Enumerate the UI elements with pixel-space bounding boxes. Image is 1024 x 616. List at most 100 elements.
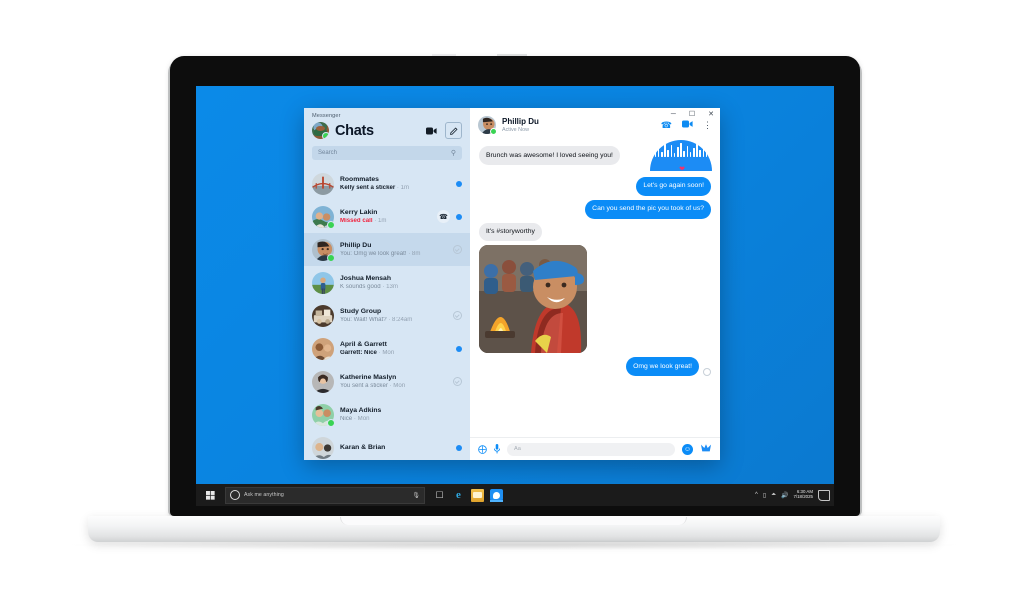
close-button[interactable]: ✕ — [708, 111, 714, 118]
message-composer: ⨁ Aa ☺ — [470, 437, 720, 460]
add-attachment-button[interactable]: ⨁ — [478, 444, 487, 455]
unread-dot-badge — [456, 213, 462, 220]
message-bubble[interactable]: Omg we look great! — [626, 357, 699, 377]
message-photo[interactable] — [479, 245, 587, 354]
online-dot-icon — [327, 418, 335, 427]
start-button[interactable] — [196, 484, 224, 506]
waveform-bar — [657, 146, 660, 157]
chat-list[interactable]: Roommates Kelly sent a sticker · 1m Kerry … — [304, 167, 470, 460]
chat-list-item[interactable]: Joshua Mensah K sounds good · 13m — [304, 266, 470, 299]
chat-avatar-image — [312, 304, 334, 327]
minimize-button[interactable]: ─ — [671, 111, 676, 118]
message-input[interactable]: Aa — [507, 442, 675, 456]
cortana-search-box[interactable]: Ask me anything 🎙 — [225, 486, 425, 504]
message-bubble[interactable]: Brunch was awesome! I loved seeing you! — [479, 146, 620, 165]
microphone-icon — [494, 444, 500, 454]
chat-timestamp: · Mon — [378, 349, 395, 356]
waveform-bar — [689, 152, 692, 157]
waveform-bar — [664, 144, 666, 157]
chat-list-item[interactable]: Maya Adkins Nice · Mon — [304, 398, 470, 431]
volume-icon[interactable]: 🔊 — [781, 492, 788, 499]
message-bubble[interactable]: Let's go again soon! — [636, 176, 711, 196]
wifi-icon[interactable]: ⏶ — [771, 492, 776, 499]
chat-avatar-image — [312, 172, 334, 195]
tray-chevron-icon[interactable]: ^ — [755, 492, 758, 498]
contact-status: Active Now — [502, 127, 529, 134]
chat-name: Phillip Du — [340, 241, 372, 249]
clock[interactable]: 6:30 AM 7/18/2025 — [793, 490, 813, 499]
message-row: Can you send the pic you took of us? — [479, 199, 711, 219]
chat-list-item[interactable]: Study Group You: Wait! What? · 8:24am — [304, 299, 470, 332]
chat-meta: April & Garrett Garrett: Nice · Mon — [340, 341, 450, 357]
chat-timestamp: · Mon — [389, 382, 406, 389]
compose-message-button[interactable] — [445, 122, 462, 139]
sidebar-header: Chats — [304, 121, 470, 146]
file-explorer-button[interactable] — [471, 488, 484, 502]
laptop-base-notch — [340, 517, 687, 525]
new-video-call-button[interactable] — [424, 123, 439, 138]
messenger-taskbar-button[interactable] — [490, 488, 503, 502]
chat-meta: Study Group You: Wait! What? · 8:24am — [340, 308, 447, 324]
waveform-bar — [673, 153, 676, 157]
chat-meta: Roommates Kelly sent a sticker · 1m — [340, 176, 450, 192]
message-bubble[interactable]: It's #storyworthy — [479, 222, 542, 242]
contact-avatar[interactable] — [478, 116, 497, 135]
chat-avatar — [312, 172, 334, 195]
chat-preview: Nice · Mon — [340, 415, 370, 422]
like-sticker-button[interactable] — [700, 440, 712, 458]
action-center-icon[interactable] — [818, 489, 830, 501]
chat-avatar-image — [312, 271, 334, 294]
waveform-bar — [683, 151, 685, 157]
search-placeholder: Search — [318, 150, 338, 156]
message-row: It's #storyworthy — [479, 222, 711, 242]
online-dot-icon — [327, 253, 335, 262]
chat-timestamp: · 8:24am — [388, 316, 413, 323]
message-list: Brunch was awesome! I loved seeing you! ❤… — [470, 142, 720, 437]
task-view-button[interactable]: ☐ — [433, 489, 446, 502]
chat-list-item[interactable]: Phillip Du You: Omg we look great! · 8m — [304, 233, 470, 266]
emoji-picker-button[interactable]: ☺ — [682, 443, 693, 455]
chat-name: Katherine Maslyn — [340, 373, 397, 381]
waveform-bar — [677, 147, 679, 157]
video-call-button[interactable] — [682, 120, 693, 130]
windows-taskbar: Ask me anything 🎙 ☐ e ^ ▯ ⏶ 🔊 6:30 AM 7/… — [196, 484, 834, 506]
seen-check-icon — [452, 310, 462, 321]
network-icon[interactable]: ▯ — [763, 492, 766, 499]
waveform-bar — [692, 148, 695, 157]
chat-list-item[interactable]: Katherine Maslyn You sent a sticker · Mon — [304, 365, 470, 398]
my-avatar[interactable] — [312, 122, 329, 139]
message-row — [479, 245, 711, 354]
more-options-button[interactable]: ⋮ — [703, 120, 712, 131]
search-input[interactable]: Search ⚲ — [312, 146, 462, 160]
chat-list-item[interactable]: Kerry Lakin Missed call · 1m ☎ — [304, 200, 470, 233]
maximize-button[interactable]: ☐ — [689, 111, 695, 118]
voice-message-button[interactable] — [494, 444, 500, 454]
microphone-icon[interactable]: 🎙 — [412, 492, 420, 499]
chat-meta: Joshua Mensah K sounds good · 13m — [340, 275, 462, 291]
video-camera-icon — [682, 120, 693, 128]
call-back-button[interactable]: ☎ — [437, 210, 450, 223]
online-dot-icon — [489, 127, 497, 135]
audio-call-button[interactable]: ☎ — [661, 120, 672, 131]
chat-timestamp: · 13m — [382, 283, 398, 290]
message-reaction-heart[interactable]: ❤ — [679, 166, 685, 173]
chat-avatar — [312, 403, 335, 427]
chat-list-item[interactable]: Karan & Brian — [304, 431, 470, 460]
messenger-window: Messenger Chats Search ⚲ Roommates Kelly … — [304, 108, 720, 460]
chat-preview: You: Omg we look great! · 8m — [340, 250, 421, 257]
chat-name: Study Group — [340, 307, 382, 315]
chat-list-item[interactable]: Roommates Kelly sent a sticker · 1m — [304, 167, 470, 200]
chat-name: Roommates — [340, 175, 379, 183]
edge-button[interactable]: e — [452, 489, 465, 502]
chats-sidebar: Messenger Chats Search ⚲ Roommates Kelly … — [304, 108, 470, 460]
chat-avatar — [312, 337, 334, 360]
waveform-bar — [670, 145, 673, 157]
system-tray: ^ ▯ ⏶ 🔊 6:30 AM 7/18/2025 — [755, 489, 834, 501]
chat-avatar — [312, 205, 335, 229]
chat-list-item[interactable]: April & Garrett Garrett: Nice · Mon — [304, 332, 470, 365]
chat-avatar — [312, 436, 334, 459]
message-bubble[interactable]: Can you send the pic you took of us? — [585, 199, 711, 219]
chat-meta: Kerry Lakin Missed call · 1m — [340, 209, 431, 225]
conversation-actions: ☎ ⋮ — [661, 120, 712, 131]
chat-preview: Missed call · 1m — [340, 218, 431, 225]
